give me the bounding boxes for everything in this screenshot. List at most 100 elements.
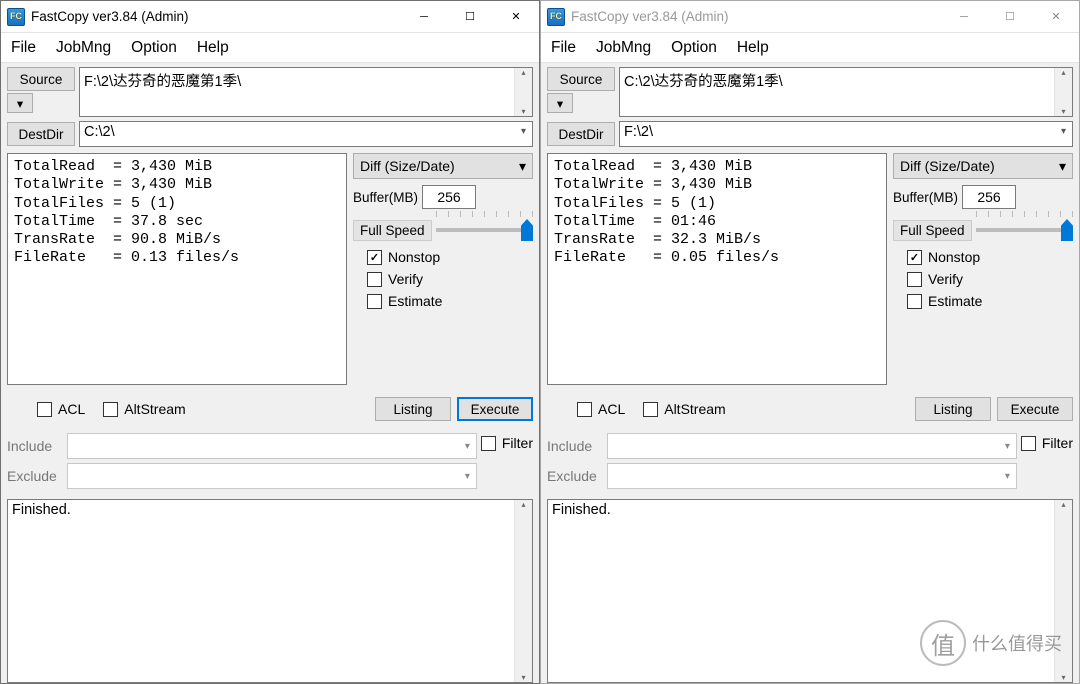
destdir-input[interactable]: C:\2\ ▾ xyxy=(79,121,533,147)
menu-help[interactable]: Help xyxy=(737,39,769,57)
estimate-checkbox[interactable]: Estimate xyxy=(907,293,1073,309)
close-button[interactable]: ✕ xyxy=(1033,1,1079,32)
copy-mode-select[interactable]: Diff (Size/Date) ▾ xyxy=(353,153,533,179)
filter-checkbox[interactable]: Filter xyxy=(1021,435,1073,451)
listing-button[interactable]: Listing xyxy=(915,397,991,421)
menu-bar: File JobMng Option Help xyxy=(541,33,1079,63)
stats-output: TotalRead = 3,430 MiB TotalWrite = 3,430… xyxy=(547,153,887,385)
exclude-input[interactable]: ▾ xyxy=(67,463,477,489)
menu-jobmng[interactable]: JobMng xyxy=(56,39,111,57)
checkbox-icon xyxy=(37,402,52,417)
chevron-down-icon: ▾ xyxy=(519,158,526,175)
include-input[interactable]: ▾ xyxy=(67,433,477,459)
acl-checkbox[interactable]: ACL xyxy=(577,401,625,417)
maximize-button[interactable]: ☐ xyxy=(447,1,493,32)
copy-mode-label: Diff (Size/Date) xyxy=(900,158,995,174)
source-path-input[interactable]: F:\2\达芬奇的恶魔第1季\ ▴▾ xyxy=(79,67,533,117)
scrollbar[interactable]: ▴▾ xyxy=(1054,68,1072,116)
fastcopy-window-right: FC FastCopy ver3.84 (Admin) ─ ☐ ✕ File J… xyxy=(540,0,1080,684)
listing-button[interactable]: Listing xyxy=(375,397,451,421)
filter-checkbox[interactable]: Filter xyxy=(481,435,533,451)
checkbox-icon xyxy=(907,272,922,287)
include-label: Include xyxy=(7,438,63,454)
destdir-text: F:\2\ xyxy=(624,124,653,140)
titlebar[interactable]: FC FastCopy ver3.84 (Admin) ─ ☐ ✕ xyxy=(1,1,539,33)
exclude-input[interactable]: ▾ xyxy=(607,463,1017,489)
window-controls: ─ ☐ ✕ xyxy=(401,1,539,32)
menu-file[interactable]: File xyxy=(11,39,36,57)
scrollbar[interactable]: ▴▾ xyxy=(514,500,532,682)
copy-mode-label: Diff (Size/Date) xyxy=(360,158,455,174)
chevron-down-icon[interactable]: ▾ xyxy=(1061,126,1066,137)
speed-label: Full Speed xyxy=(893,220,972,241)
source-button[interactable]: Source xyxy=(547,67,615,91)
exclude-label: Exclude xyxy=(547,468,603,484)
source-button[interactable]: Source xyxy=(7,67,75,91)
window-title: FastCopy ver3.84 (Admin) xyxy=(31,9,401,24)
verify-checkbox[interactable]: Verify xyxy=(907,271,1073,287)
buffer-label: Buffer(MB) xyxy=(353,190,418,205)
speed-slider[interactable] xyxy=(976,219,1073,241)
checkbox-icon xyxy=(367,250,382,265)
menu-file[interactable]: File xyxy=(551,39,576,57)
source-history-dropdown[interactable]: ▾ xyxy=(547,93,573,113)
destdir-button[interactable]: DestDir xyxy=(547,122,615,146)
checkbox-icon xyxy=(1021,436,1036,451)
minimize-button[interactable]: ─ xyxy=(941,1,987,32)
destdir-input[interactable]: F:\2\ ▾ xyxy=(619,121,1073,147)
source-history-dropdown[interactable]: ▾ xyxy=(7,93,33,113)
window-controls: ─ ☐ ✕ xyxy=(941,1,1079,32)
source-path-input[interactable]: C:\2\达芬奇的恶魔第1季\ ▴▾ xyxy=(619,67,1073,117)
menu-option[interactable]: Option xyxy=(671,39,717,57)
titlebar[interactable]: FC FastCopy ver3.84 (Admin) ─ ☐ ✕ xyxy=(541,1,1079,33)
altstream-checkbox[interactable]: AltStream xyxy=(103,401,185,417)
close-button[interactable]: ✕ xyxy=(493,1,539,32)
estimate-checkbox[interactable]: Estimate xyxy=(367,293,533,309)
buffer-input[interactable]: 256 xyxy=(962,185,1016,209)
chevron-down-icon: ▾ xyxy=(1059,158,1066,175)
acl-checkbox[interactable]: ACL xyxy=(37,401,85,417)
nonstop-checkbox[interactable]: Nonstop xyxy=(367,249,533,265)
include-label: Include xyxy=(547,438,603,454)
checkbox-icon xyxy=(367,272,382,287)
app-icon: FC xyxy=(547,8,565,26)
execute-button[interactable]: Execute xyxy=(997,397,1073,421)
menu-option[interactable]: Option xyxy=(131,39,177,57)
window-title: FastCopy ver3.84 (Admin) xyxy=(571,9,941,24)
checkbox-icon xyxy=(481,436,496,451)
checkbox-icon xyxy=(577,402,592,417)
chevron-down-icon: ▾ xyxy=(557,96,563,111)
app-icon: FC xyxy=(7,8,25,26)
checkbox-icon xyxy=(103,402,118,417)
log-output[interactable]: Finished. ▴▾ xyxy=(7,499,533,683)
include-input[interactable]: ▾ xyxy=(607,433,1017,459)
thumbs-up-icon: 值 xyxy=(920,620,966,666)
chevron-down-icon[interactable]: ▾ xyxy=(521,126,526,137)
chevron-down-icon: ▾ xyxy=(17,96,23,111)
verify-checkbox[interactable]: Verify xyxy=(367,271,533,287)
copy-mode-select[interactable]: Diff (Size/Date) ▾ xyxy=(893,153,1073,179)
nonstop-checkbox[interactable]: Nonstop xyxy=(907,249,1073,265)
scrollbar[interactable]: ▴▾ xyxy=(514,68,532,116)
speed-slider[interactable] xyxy=(436,219,533,241)
checkbox-icon xyxy=(907,294,922,309)
buffer-input[interactable]: 256 xyxy=(422,185,476,209)
execute-button[interactable]: Execute xyxy=(457,397,533,421)
speed-label: Full Speed xyxy=(353,220,432,241)
checkbox-icon xyxy=(907,250,922,265)
source-path-text: F:\2\达芬奇的恶魔第1季\ xyxy=(84,74,241,90)
checkbox-icon xyxy=(643,402,658,417)
stats-output: TotalRead = 3,430 MiB TotalWrite = 3,430… xyxy=(7,153,347,385)
menu-help[interactable]: Help xyxy=(197,39,229,57)
exclude-label: Exclude xyxy=(7,468,63,484)
menu-bar: File JobMng Option Help xyxy=(1,33,539,63)
destdir-button[interactable]: DestDir xyxy=(7,122,75,146)
fastcopy-window-left: FC FastCopy ver3.84 (Admin) ─ ☐ ✕ File J… xyxy=(0,0,540,684)
log-text: Finished. xyxy=(12,502,71,518)
minimize-button[interactable]: ─ xyxy=(401,1,447,32)
altstream-checkbox[interactable]: AltStream xyxy=(643,401,725,417)
maximize-button[interactable]: ☐ xyxy=(987,1,1033,32)
log-text: Finished. xyxy=(552,502,611,518)
destdir-text: C:\2\ xyxy=(84,124,115,140)
menu-jobmng[interactable]: JobMng xyxy=(596,39,651,57)
